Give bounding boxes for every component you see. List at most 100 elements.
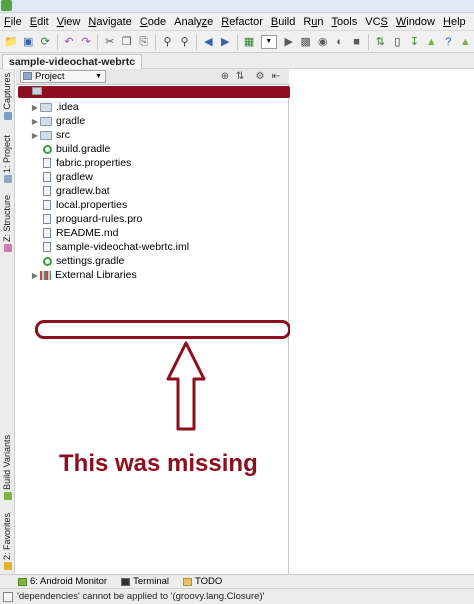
tab-todo[interactable]: TODO bbox=[183, 576, 222, 587]
menu-item[interactable]: Help bbox=[439, 13, 470, 31]
tree-row-label: .idea bbox=[56, 101, 79, 113]
help-icon[interactable]: ? bbox=[442, 34, 455, 50]
menu-item[interactable]: Window bbox=[392, 13, 439, 31]
find-icon[interactable]: ⚲ bbox=[161, 34, 174, 50]
navigation-bar: sample-videochat-webrtc bbox=[0, 53, 474, 69]
todo-icon bbox=[183, 577, 193, 586]
tree-row[interactable]: local.properties bbox=[43, 198, 127, 212]
tree-row[interactable]: ▶ src bbox=[30, 128, 70, 142]
tab-project[interactable]: 1: Project bbox=[0, 135, 15, 184]
tree-row[interactable]: ▶ gradle bbox=[30, 114, 85, 128]
sdk-manager-icon[interactable]: ↧ bbox=[408, 34, 421, 50]
toolbar-separator bbox=[56, 33, 58, 50]
menu-item[interactable]: File bbox=[0, 13, 26, 31]
tree-row[interactable]: sample-videochat-webrtc.iml bbox=[43, 240, 189, 254]
editor-area bbox=[290, 69, 474, 574]
project-breadcrumb[interactable]: sample-videochat-webrtc bbox=[2, 54, 143, 69]
tree-row[interactable]: build.gradle bbox=[43, 142, 110, 156]
scroll-from-source-icon[interactable]: ⊕ bbox=[219, 70, 231, 83]
stop-icon[interactable]: ■ bbox=[350, 34, 363, 50]
tree-row[interactable]: gradlew bbox=[43, 170, 93, 184]
expand-arrow-icon[interactable]: ▶ bbox=[30, 103, 40, 112]
redo-icon[interactable]: ↷ bbox=[79, 34, 92, 50]
menu-item[interactable]: Navigate bbox=[84, 13, 135, 31]
sync-icon[interactable]: ⟳ bbox=[39, 34, 52, 50]
android-monitor-icon bbox=[18, 577, 27, 586]
tree-row[interactable]: gradlew.bat bbox=[43, 184, 110, 198]
tree-row[interactable]: settings.gradle bbox=[43, 254, 124, 268]
forward-icon[interactable]: ▶ bbox=[219, 34, 232, 50]
project-view-select[interactable]: Project ▼ bbox=[20, 70, 106, 83]
avd-manager-icon[interactable]: ▯ bbox=[391, 34, 404, 50]
back-icon[interactable]: ◀ bbox=[202, 34, 215, 50]
run-icon[interactable]: ▶ bbox=[282, 34, 295, 50]
expand-arrow-icon[interactable]: ▶ bbox=[30, 117, 40, 126]
tab-captures[interactable]: Captures bbox=[0, 73, 15, 120]
attach-debugger-icon[interactable]: ◉ bbox=[316, 34, 329, 50]
menu-item[interactable]: Code bbox=[136, 13, 170, 31]
tree-row-label: gradlew.bat bbox=[56, 185, 110, 197]
file-icon bbox=[43, 186, 51, 196]
undo-icon[interactable]: ↶ bbox=[62, 34, 75, 50]
open-folder-icon[interactable]: 📁 bbox=[4, 34, 18, 50]
tab-favorites[interactable]: 2: Favorites bbox=[0, 513, 15, 571]
toolbar-separator bbox=[97, 33, 99, 50]
bottom-tool-bar: 6: Android Monitor Terminal TODO bbox=[0, 574, 474, 588]
tree-row[interactable]: proguard-rules.pro bbox=[43, 212, 142, 226]
tree-row[interactable]: README.md bbox=[43, 226, 118, 240]
expand-arrow-icon[interactable]: ▶ bbox=[30, 131, 40, 140]
hide-panel-icon[interactable]: ⇤ bbox=[270, 70, 282, 83]
menu-item[interactable]: VCS bbox=[361, 13, 392, 31]
menu-item[interactable]: Analyze bbox=[170, 13, 217, 31]
tree-row-label: External Libraries bbox=[55, 269, 137, 281]
tree-row-label: local.properties bbox=[56, 199, 128, 211]
save-all-icon[interactable]: ▣ bbox=[22, 34, 35, 50]
menu-item[interactable]: View bbox=[53, 13, 85, 31]
menu-item[interactable]: Build bbox=[267, 13, 299, 31]
tab-terminal[interactable]: Terminal bbox=[121, 576, 169, 587]
menu-item-label-part: indow bbox=[406, 15, 435, 28]
menu-item-label-part: VC bbox=[365, 15, 381, 28]
file-icon bbox=[43, 242, 51, 252]
project-root-row[interactable] bbox=[18, 86, 290, 98]
coverage-icon[interactable]: ◐ bbox=[333, 34, 346, 50]
collapse-all-icon[interactable]: ⇅ bbox=[234, 70, 246, 83]
copy-icon[interactable]: ❐ bbox=[120, 34, 133, 50]
tab-terminal-label: Terminal bbox=[133, 576, 170, 587]
android-icon[interactable]: ▲ bbox=[459, 34, 472, 50]
captures-icon bbox=[3, 111, 12, 120]
menu-item-label-part: elp bbox=[450, 15, 466, 28]
tab-structure-label: Z: Structure bbox=[2, 195, 12, 243]
tree-row[interactable]: fabric.properties bbox=[43, 156, 131, 170]
replace-icon[interactable]: ⚲ bbox=[178, 34, 191, 50]
file-icon bbox=[43, 158, 51, 168]
gear-icon[interactable]: ⚙ bbox=[254, 70, 266, 83]
tree-row-label: fabric.properties bbox=[56, 157, 132, 169]
tree-row-label: gradlew bbox=[56, 171, 93, 183]
make-project-icon[interactable]: ▦ bbox=[243, 34, 256, 50]
tab-android-monitor[interactable]: 6: Android Monitor bbox=[18, 576, 107, 587]
menu-item[interactable]: Tools bbox=[328, 13, 362, 31]
paste-icon[interactable]: ⎘ bbox=[137, 34, 150, 50]
menu-item-label-part: V bbox=[56, 15, 64, 28]
tab-build-variants[interactable]: Build Variants bbox=[0, 435, 15, 500]
cut-icon[interactable]: ✂ bbox=[103, 34, 116, 50]
run-configuration-select[interactable]: ▼ bbox=[260, 34, 278, 49]
star-icon bbox=[3, 562, 12, 571]
gradle-icon bbox=[43, 256, 52, 266]
status-bar: 'dependencies' cannot be applied to '(gr… bbox=[0, 588, 474, 604]
menu-item[interactable]: Refactor bbox=[217, 13, 267, 31]
gradle-icon bbox=[43, 144, 52, 154]
tab-project-label: 1: Project bbox=[2, 135, 12, 174]
menu-item[interactable]: Run bbox=[299, 13, 327, 31]
tab-structure[interactable]: Z: Structure bbox=[0, 195, 15, 253]
tree-row-external-libraries[interactable]: ▶ External Libraries bbox=[30, 268, 137, 282]
menu-item-label-part: efactor bbox=[229, 15, 263, 28]
menu-item[interactable]: Edit bbox=[26, 13, 53, 31]
terminal-icon bbox=[121, 577, 131, 586]
android-device-monitor-icon[interactable]: ▲ bbox=[425, 34, 438, 50]
debug-icon[interactable]: ▩ bbox=[299, 34, 312, 50]
expand-arrow-icon[interactable]: ▶ bbox=[30, 271, 40, 280]
sync-gradle-icon[interactable]: ⇅ bbox=[374, 34, 387, 50]
tree-row[interactable]: ▶ .idea bbox=[30, 100, 79, 114]
